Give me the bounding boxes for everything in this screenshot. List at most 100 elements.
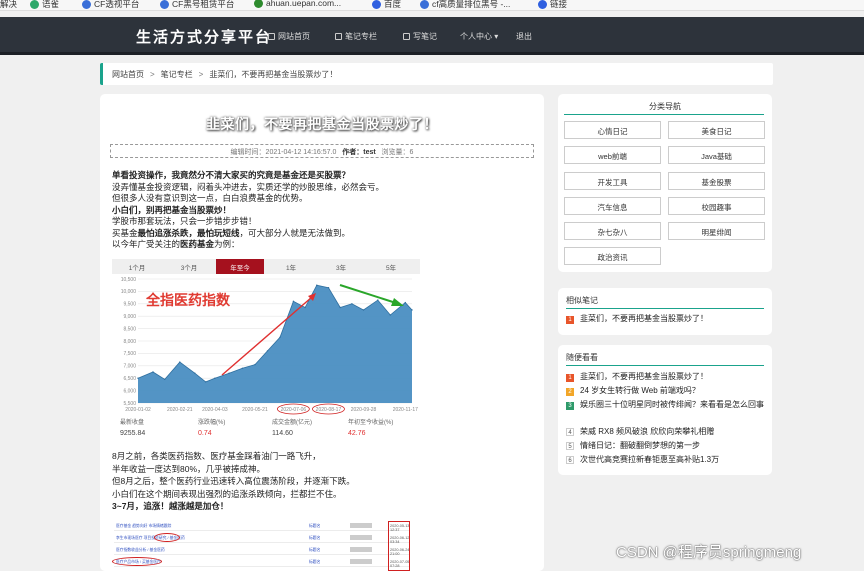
article-line: 买基金最怕追涨杀跌，最怕玩短线，可大部分人就是无法做到。 xyxy=(112,227,351,238)
stat-latest-close: 最新收盘 9255.84 xyxy=(120,420,146,437)
category-button[interactable]: 汽车信息 xyxy=(564,197,661,215)
category-button[interactable]: 心情日记 xyxy=(564,121,661,139)
bookmark-item[interactable]: cf高质量排位黑号 -... xyxy=(420,0,510,10)
breadcrumb: 网站首页 > 笔记专栏 > 韭菜们，不要再把基金当股票炒了！ xyxy=(100,63,773,85)
rank-badge: 4 xyxy=(566,428,574,436)
article-panel: 韭菜们，不要再把基金当股票炒了！ 编辑时间：2021-04-12 14:16:5… xyxy=(100,94,544,571)
article-views: 6 xyxy=(409,149,414,156)
data-point xyxy=(339,306,341,309)
breadcrumb-notes[interactable]: 笔记专栏 xyxy=(161,70,193,79)
divider xyxy=(566,365,764,366)
breadcrumb-home[interactable]: 网站首页 xyxy=(112,70,144,79)
nav-notes[interactable]: 笔记专栏 xyxy=(335,31,377,42)
article-line: 半年收益一度达到80%，几乎被捧成神。 xyxy=(112,463,266,474)
notebook-icon xyxy=(335,33,342,40)
random-notes-title: 随便看看 xyxy=(566,353,598,362)
fund-stats: 最新收盘 9255.84 涨跌幅(%) 0.74 成交金额(亿元) 114.60 年初… xyxy=(112,417,420,442)
rank-badge: 3 xyxy=(566,402,574,410)
divider xyxy=(564,114,764,115)
rank-badge: 5 xyxy=(566,442,574,450)
bookmark-item[interactable]: 链接 xyxy=(538,0,567,10)
bookmark-item[interactable]: CF透视平台 xyxy=(82,0,139,10)
category-button[interactable]: 校园趣事 xyxy=(668,197,765,215)
fund-chart-image: 1个月 3个月 年至今 1年 3年 5年 10,500 10,000 9,500 9,… xyxy=(112,259,420,442)
nav-write[interactable]: 写笔记 xyxy=(403,31,437,42)
data-point xyxy=(362,309,365,311)
random-note-item[interactable]: 3 娱乐圈三十位明星同时被传绯闻？来看看是怎么回事 xyxy=(566,399,766,412)
rank-badge: 2 xyxy=(566,388,574,396)
bookmark-item[interactable]: 解决 xyxy=(0,0,17,10)
random-note-item[interactable]: 2 24 岁女生转行做 Web 前端戏吗？ xyxy=(566,385,776,398)
data-point xyxy=(304,306,306,309)
data-point xyxy=(351,303,353,305)
breadcrumb-separator: > xyxy=(198,70,204,79)
article-line: 小白们在这个期间表现出强烈的追涨杀跌倾向，拦都拦不住。 xyxy=(112,488,342,499)
stat-turnover: 成交金额(亿元) 114.60 xyxy=(272,420,312,437)
category-button[interactable]: 明星绯闻 xyxy=(668,222,765,240)
highlight-oval xyxy=(112,557,162,566)
random-note-item[interactable]: 1 韭菜们，不要再把基金当股票炒了！ xyxy=(566,371,776,384)
rank-badge: 6 xyxy=(566,456,574,464)
table-row: 医疗基金 趋势向好 市场情绪跟踪 标题名 2020-05-13 12:37 xyxy=(114,521,410,532)
category-button[interactable]: Java基础 xyxy=(668,146,765,164)
globe-icon xyxy=(160,0,169,10)
home-icon xyxy=(268,33,275,40)
category-button[interactable]: 基金股票 xyxy=(668,172,765,190)
random-note-item[interactable]: 4 荣威 RX8 频风破浪 欣欣向荣攀礼相赠 xyxy=(566,426,776,439)
chart-annotation-title: 全指医药指数 xyxy=(145,292,231,309)
fund-tab: 3年 xyxy=(335,265,347,272)
random-notes-panel: 随便看看 1 韭菜们，不要再把基金当股票炒了！ 2 24 岁女生转行做 Web 前端… xyxy=(558,345,772,475)
category-button[interactable]: 美食日记 xyxy=(668,121,765,139)
bookmark-item[interactable]: ahuan.uepan.com... xyxy=(254,0,341,9)
highlight-box xyxy=(388,521,410,571)
nav-home[interactable]: 网站首页 xyxy=(268,31,310,42)
x-tick-label: 2020-04-03 xyxy=(202,407,228,413)
nav-user-center[interactable]: 个人中心 ▾ xyxy=(460,31,498,42)
data-point xyxy=(316,284,318,286)
article-body: 单看投资操作，我竟然分不清大家买的究竟是基金还是买股票？ 没弄懂基金投资逻辑，闷… xyxy=(112,170,532,251)
y-tick-label: 10,000 xyxy=(121,289,137,295)
category-button[interactable]: 杂七杂八 xyxy=(564,222,661,240)
article-line: 以今年广受关注的医药基金为例： xyxy=(112,239,240,249)
fund-period-tabs: 1个月 3个月 年至今 1年 3年 5年 xyxy=(112,259,420,274)
category-button[interactable]: 开发工具 xyxy=(564,172,661,190)
bookmarks-bar: 解决 语雀 CF透视平台 CF黑号租赁平台 ahuan.uepan.com...… xyxy=(0,0,864,11)
data-point xyxy=(179,361,181,363)
article-time: 2021-04-12 14:16:57.0 xyxy=(265,149,337,156)
highlight-oval xyxy=(154,533,180,542)
random-note-item[interactable]: 5 情绪日记：翻破翻倒梦想的第一步 xyxy=(566,440,776,453)
site-header: 生活方式分享平台 网站首页 笔记专栏 写笔记 个人中心 ▾ 退出 xyxy=(0,17,864,55)
x-tick-label: 2020-01-02 xyxy=(125,407,151,413)
fund-tab: 1个月 xyxy=(128,265,146,272)
bookmark-item[interactable]: CF黑号租赁平台 xyxy=(160,0,234,10)
rank-badge: 1 xyxy=(566,316,574,324)
data-point xyxy=(411,309,413,311)
trend-arrow-down-head xyxy=(391,298,404,306)
random-note-item[interactable]: 6 次世代高竞赛拉新春钜惠至高补贴1.3万 xyxy=(566,454,776,467)
bookmark-item[interactable]: 百度 xyxy=(372,0,401,10)
nav-logout[interactable]: 退出 xyxy=(516,31,532,42)
article-line: 没弄懂基金投资逻辑，闷着头冲进去，实质还学的炒股思维，必然会亏。 xyxy=(112,181,385,192)
globe-icon xyxy=(82,0,91,10)
category-nav-panel: 分类导航 心情日记 美食日记 web前端 Java基础 开发工具 基金股票 汽车… xyxy=(558,94,772,272)
related-notes-title: 相似笔记 xyxy=(566,296,598,305)
trend-arrow-down xyxy=(339,284,397,304)
data-point xyxy=(254,363,256,366)
data-point xyxy=(292,300,295,302)
y-tick-label: 6,500 xyxy=(123,376,136,382)
category-button[interactable]: 政治资讯 xyxy=(564,247,661,265)
tree-icon xyxy=(254,0,263,9)
article-line: 8月之前，各类医药指数、医疗基金踩着油门一路飞升， xyxy=(112,451,321,461)
chevron-down-icon: ▾ xyxy=(494,32,499,41)
y-tick-label: 9,500 xyxy=(123,302,136,308)
data-point xyxy=(164,378,166,381)
y-tick-label: 7,500 xyxy=(123,351,136,357)
site-logo[interactable]: 生活方式分享平台 xyxy=(136,26,272,47)
article-line: 小白们，别再把基金当股票炒！ xyxy=(112,204,232,215)
globe-icon xyxy=(420,0,429,10)
data-point xyxy=(404,301,406,304)
data-point xyxy=(194,372,196,374)
related-note-item[interactable]: 1 韭菜们，不要再把基金当股票炒了！ xyxy=(566,313,776,326)
category-button[interactable]: web前端 xyxy=(564,146,661,164)
bookmark-item[interactable]: 语雀 xyxy=(30,0,59,10)
